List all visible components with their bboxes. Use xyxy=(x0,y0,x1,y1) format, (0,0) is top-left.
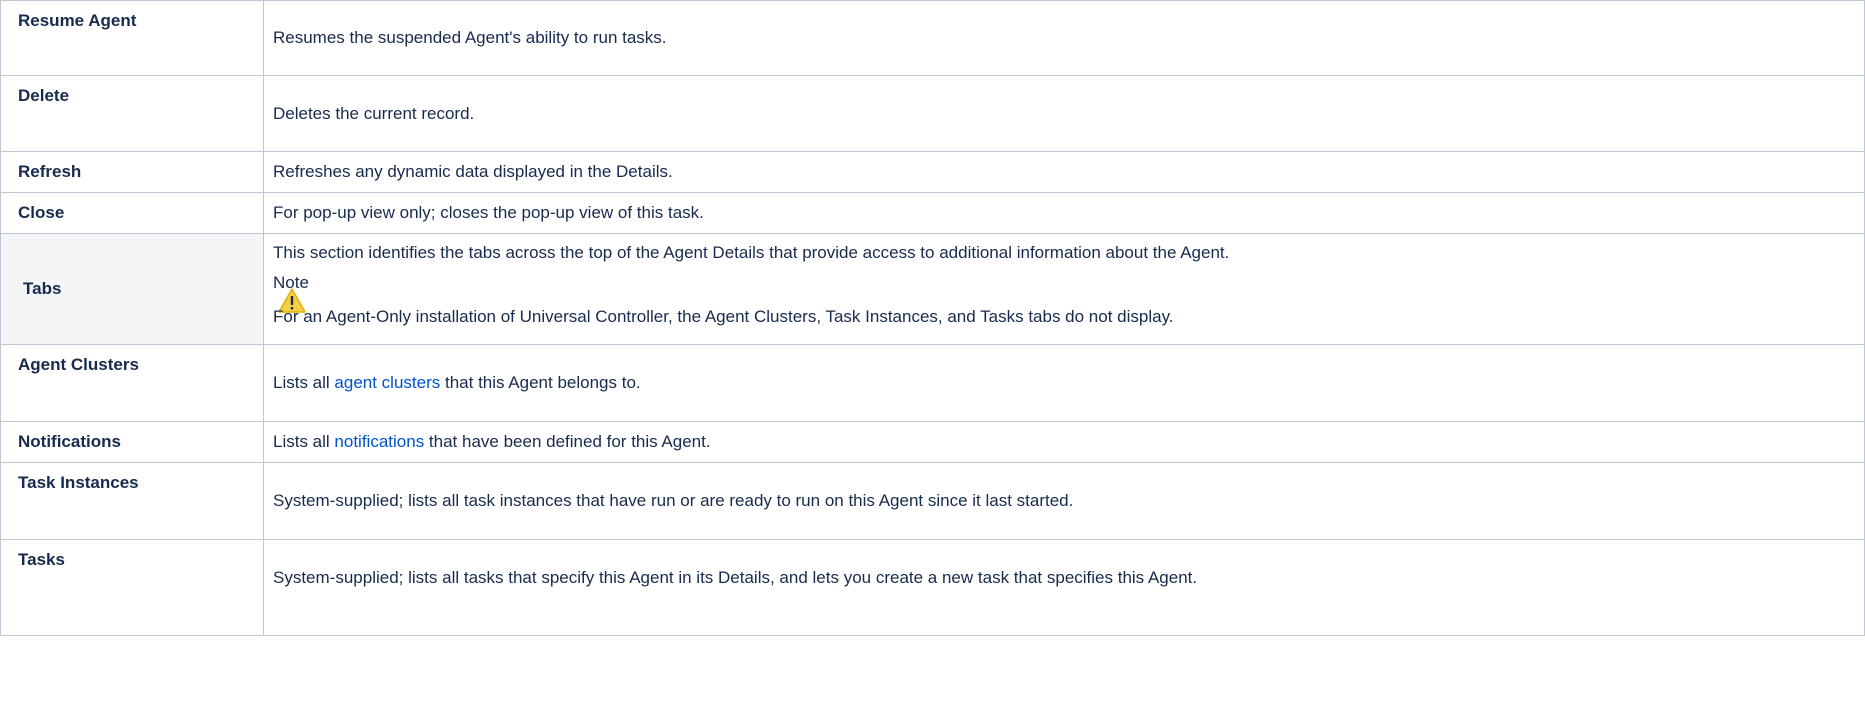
term-cell: Agent Clusters xyxy=(0,344,264,422)
desc-text: Deletes the current record. xyxy=(273,103,475,123)
section-header-cell: Tabs xyxy=(0,233,264,345)
desc-text: System-supplied; lists all task instance… xyxy=(273,491,1074,510)
desc-text: Lists all agent clusters that this Agent… xyxy=(273,373,641,392)
desc-cell: Lists all agent clusters that this Agent… xyxy=(263,344,1865,422)
note-panel: Note For an Agent-Only installation of U… xyxy=(273,273,1855,327)
term-cell: Tasks xyxy=(0,539,264,636)
term-cell: Notifications xyxy=(0,421,264,463)
desc-cell: System-supplied; lists all tasks that sp… xyxy=(263,539,1865,636)
desc-text: This section identifies the tabs across … xyxy=(273,243,1230,262)
term-cell: Task Instances xyxy=(0,462,264,540)
agent-clusters-link[interactable]: agent clusters xyxy=(334,373,440,392)
table-row: Tabs This section identifies the tabs ac… xyxy=(0,233,1865,345)
table-row: Close For pop-up view only; closes the p… xyxy=(0,192,1865,234)
table-row: Task Instances System-supplied; lists al… xyxy=(0,462,1865,540)
desc-cell: Resumes the suspended Agent's ability to… xyxy=(263,0,1865,76)
desc-text: Resumes the suspended Agent's ability to… xyxy=(273,28,667,47)
table-row: Agent Clusters Lists all agent clusters … xyxy=(0,344,1865,422)
desc-cell: Lists all notifications that have been d… xyxy=(263,421,1865,463)
desc-text: For pop-up view only; closes the pop-up … xyxy=(273,203,704,222)
table-row: Resume Agent Resumes the suspended Agent… xyxy=(0,0,1865,76)
term-cell: Resume Agent xyxy=(0,0,264,76)
agent-details-table: Resume Agent Resumes the suspended Agent… xyxy=(0,0,1865,636)
term-cell: Refresh xyxy=(0,151,264,193)
desc-text: Refreshes any dynamic data displayed in … xyxy=(273,162,673,181)
desc-text: Lists all notifications that have been d… xyxy=(273,432,711,451)
table-row: Notifications Lists all notifications th… xyxy=(0,421,1865,463)
term-cell: Delete xyxy=(0,75,264,152)
table-row: Refresh Refreshes any dynamic data displ… xyxy=(0,151,1865,193)
note-title: Note xyxy=(273,273,309,292)
note-text: For an Agent-Only installation of Univer… xyxy=(273,307,1174,326)
notifications-link[interactable]: notifications xyxy=(334,432,424,451)
desc-cell: For pop-up view only; closes the pop-up … xyxy=(263,192,1865,234)
desc-cell: System-supplied; lists all task instance… xyxy=(263,462,1865,540)
desc-text: System-supplied; lists all tasks that sp… xyxy=(273,568,1198,587)
term-cell: Close xyxy=(0,192,264,234)
desc-cell: Deletes the current record. xyxy=(263,75,1865,152)
section-title: Tabs xyxy=(23,279,62,298)
table-row: Delete Deletes the current record. xyxy=(0,75,1865,152)
table-row: Tasks System-supplied; lists all tasks t… xyxy=(0,539,1865,636)
desc-cell: This section identifies the tabs across … xyxy=(263,233,1865,345)
desc-cell: Refreshes any dynamic data displayed in … xyxy=(263,151,1865,193)
